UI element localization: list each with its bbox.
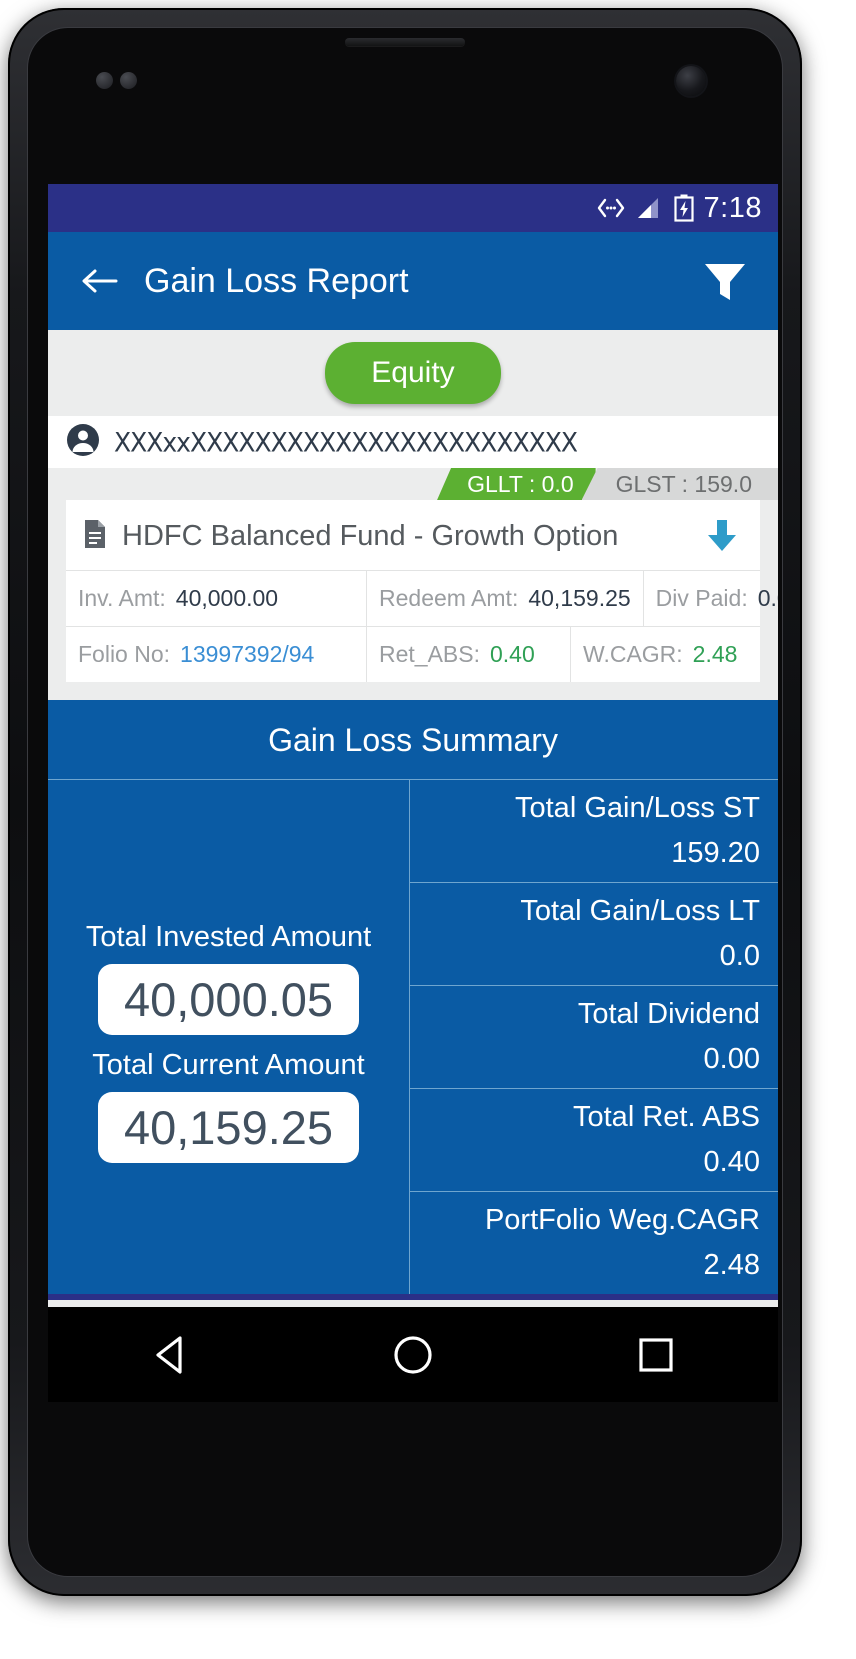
- metric-row: Total Gain/Loss ST 159.20: [410, 780, 778, 882]
- cell-label: Folio No:: [78, 641, 171, 667]
- arrow-left-icon: [82, 269, 118, 293]
- current-amount-caption: Total Current Amount: [92, 1049, 365, 1081]
- status-bar: 7:18: [48, 184, 778, 232]
- investor-row[interactable]: XXXxxXXXXXXXXXXXXXXXXXXXXXXXX: [48, 416, 778, 468]
- cell-inv-amt: Inv. Amt: 40,000.00: [66, 571, 366, 626]
- cell-div-paid: Div Paid: 0.00: [642, 571, 778, 626]
- nav-back-button[interactable]: [124, 1319, 216, 1391]
- cell-label: Div Paid:: [655, 585, 748, 611]
- gain-loss-summary: Gain Loss Summary Total Invested Amount …: [48, 700, 778, 1300]
- metric-label: Total Gain/Loss ST: [515, 792, 760, 824]
- fund-detail-row: Folio No: 13997392/94 Ret_ABS: 0.40 W.CA…: [66, 626, 760, 682]
- phone-screen: 7:18 Gain Loss Report Equity XXXxxXXXXXX…: [48, 184, 778, 1307]
- app-bar: Gain Loss Report: [48, 232, 778, 330]
- phone-frame: 7:18 Gain Loss Report Equity XXXxxXXXXXX…: [8, 8, 802, 1596]
- signal-bars-icon: [636, 196, 664, 220]
- light-sensor-icon: [120, 72, 137, 89]
- cell-value: 2.48: [692, 641, 738, 667]
- metric-row: Total Ret. ABS 0.40: [410, 1088, 778, 1191]
- current-amount-value: 40,159.25: [97, 1092, 360, 1163]
- tag-long-term: GLLT : 0.0: [437, 468, 596, 500]
- cell-value: 13997392/94: [180, 641, 315, 667]
- earpiece-speaker: [345, 38, 465, 46]
- front-camera-icon: [676, 66, 706, 96]
- cell-value: 0.00: [757, 585, 778, 611]
- metric-value: 0.0: [719, 940, 760, 972]
- metric-row: Total Dividend 0.00: [410, 985, 778, 1088]
- gain-loss-tag-row: GLLT : 0.0 GLST : 159.0: [48, 468, 778, 500]
- data-transfer-icon: [596, 197, 626, 219]
- segment-bar: Equity: [48, 330, 778, 416]
- circle-home-icon: [394, 1335, 432, 1374]
- metric-value: 2.48: [703, 1249, 760, 1281]
- metric-label: Total Dividend: [577, 998, 760, 1030]
- document-icon: [82, 519, 108, 554]
- page-title: Gain Loss Report: [144, 261, 409, 300]
- cell-value: 40,000.00: [175, 585, 279, 611]
- cell-label: W.CAGR:: [583, 641, 683, 667]
- summary-totals-panel: Total Invested Amount 40,000.05 Total Cu…: [48, 780, 410, 1294]
- cell-value: 0.40: [490, 641, 535, 667]
- square-recents-icon: [639, 1337, 673, 1372]
- metric-label: Total Ret. ABS: [573, 1101, 760, 1133]
- fund-list: GLLT : 0.0 GLST : 159.0 HDFC Balanced Fu…: [48, 468, 778, 700]
- cell-wcagr: W.CAGR: 2.48: [570, 627, 760, 682]
- summary-metrics-panel: Total Gain/Loss ST 159.20 Total Gain/Los…: [410, 780, 778, 1294]
- cell-folio-no: Folio No: 13997392/94: [66, 627, 366, 682]
- page-bottom-spacer: [48, 1300, 778, 1307]
- cell-label: Redeem Amt:: [379, 585, 519, 611]
- summary-title: Gain Loss Summary: [268, 722, 558, 758]
- metric-value: 159.20: [671, 837, 760, 869]
- triangle-back-icon: [156, 1335, 182, 1374]
- cell-value: 40,159.25: [528, 585, 631, 611]
- download-arrow-icon: [708, 520, 736, 551]
- fund-card[interactable]: HDFC Balanced Fund - Growth Option Inv. …: [66, 500, 778, 682]
- nav-home-button[interactable]: [367, 1319, 459, 1391]
- cell-ret-abs: Ret_ABS: 0.40: [366, 627, 570, 682]
- metric-row: PortFolio Weg.CAGR 2.48: [410, 1191, 778, 1294]
- download-button[interactable]: [700, 514, 744, 558]
- nav-recents-button[interactable]: [610, 1319, 702, 1391]
- proximity-sensor-icon: [96, 72, 113, 89]
- investor-name: XXXxxXXXXXXXXXXXXXXXXXXXXXXXX: [114, 426, 578, 458]
- summary-body: Total Invested Amount 40,000.05 Total Cu…: [48, 779, 778, 1294]
- filter-funnel-icon: [705, 264, 745, 300]
- tag-short-term: GLST : 159.0: [581, 468, 778, 500]
- battery-charging-icon: [673, 194, 694, 222]
- filter-button[interactable]: [698, 254, 752, 308]
- metric-label: Total Gain/Loss LT: [520, 895, 760, 927]
- fund-name: HDFC Balanced Fund - Growth Option: [122, 519, 619, 552]
- invested-amount-value: 40,000.05: [97, 964, 360, 1035]
- status-bar-clock: 7:18: [703, 191, 762, 224]
- invested-amount-caption: Total Invested Amount: [85, 921, 372, 953]
- cell-label: Inv. Amt:: [78, 585, 166, 611]
- user-account-icon: [66, 423, 100, 462]
- metric-row: Total Gain/Loss LT 0.0: [410, 882, 778, 985]
- fund-card-header: HDFC Balanced Fund - Growth Option: [66, 500, 760, 571]
- android-navigation-bar: [48, 1307, 778, 1402]
- metric-value: 0.40: [703, 1146, 760, 1178]
- cell-label: Ret_ABS:: [379, 641, 480, 667]
- fund-detail-row: Inv. Amt: 40,000.00 Redeem Amt: 40,159.2…: [66, 571, 778, 626]
- back-button[interactable]: [74, 255, 126, 307]
- metric-value: 0.00: [703, 1043, 760, 1075]
- cell-redeem-amt: Redeem Amt: 40,159.25: [366, 571, 643, 626]
- metric-label: PortFolio Weg.CAGR: [484, 1204, 760, 1236]
- equity-tab-button[interactable]: Equity: [325, 342, 501, 404]
